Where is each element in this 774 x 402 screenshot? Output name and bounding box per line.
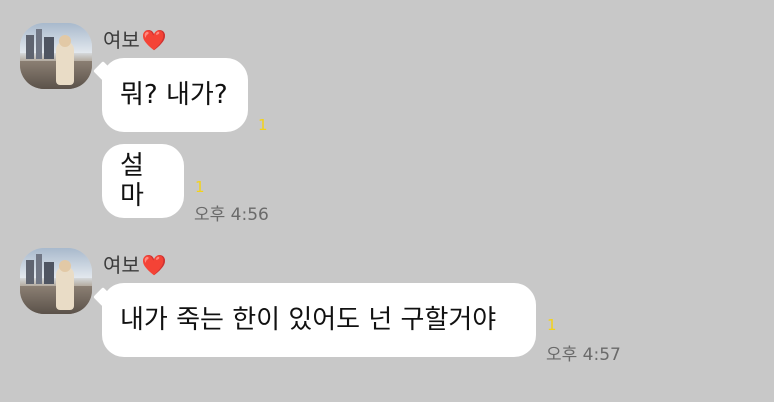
- sender-name-text: 여보: [103, 28, 140, 52]
- message-text: 뭐? 내가?: [120, 80, 228, 110]
- avatar-person: [56, 41, 74, 85]
- avatar-building: [44, 37, 54, 59]
- avatar-building: [44, 262, 54, 284]
- message-timestamp: 오후 4:57: [546, 345, 621, 365]
- avatar-person: [56, 266, 74, 310]
- message-text: 내가 죽는 한이 있어도 넌 구할거야: [120, 305, 497, 335]
- unread-count: 1: [195, 178, 205, 196]
- sender-name-text: 여보: [103, 253, 140, 277]
- message-text: 설마: [120, 151, 144, 211]
- sender-avatar[interactable]: [20, 23, 92, 89]
- avatar-building: [26, 35, 34, 59]
- sender-name: 여보 ❤️: [103, 24, 167, 53]
- heart-emoji: ❤️: [141, 28, 167, 52]
- unread-count: 1: [547, 316, 557, 334]
- message-timestamp: 오후 4:56: [194, 205, 269, 225]
- heart-emoji: ❤️: [141, 253, 167, 277]
- sender-name: 여보 ❤️: [103, 249, 167, 278]
- sender-avatar[interactable]: [20, 248, 92, 314]
- message-bubble[interactable]: 내가 죽는 한이 있어도 넌 구할거야: [102, 283, 536, 357]
- avatar-person-head: [59, 260, 71, 272]
- avatar-building: [36, 254, 42, 284]
- message-bubble[interactable]: 뭐? 내가?: [102, 58, 248, 132]
- message-bubble[interactable]: 설마: [102, 144, 184, 218]
- avatar-building: [36, 29, 42, 59]
- avatar-person-head: [59, 35, 71, 47]
- unread-count: 1: [258, 116, 268, 134]
- avatar-building: [26, 260, 34, 284]
